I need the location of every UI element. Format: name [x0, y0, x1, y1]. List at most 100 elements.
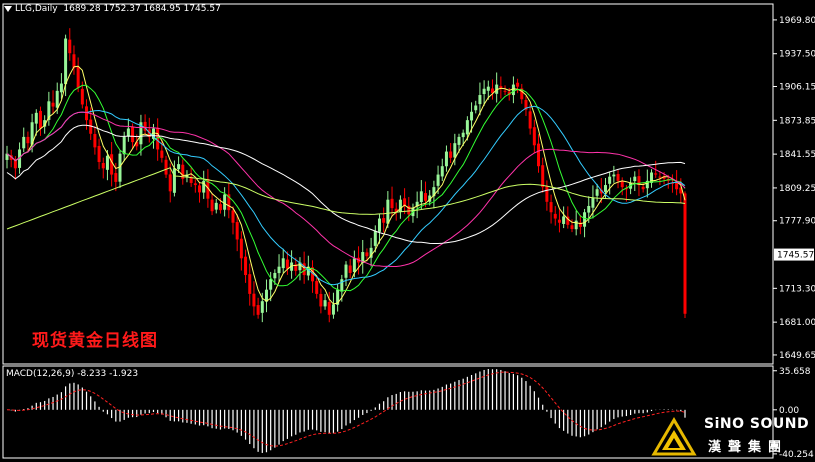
symbol-label: LLG,Daily [15, 4, 58, 14]
candle-bear [252, 293, 256, 307]
candle-bull [55, 90, 59, 108]
candle-bear [68, 39, 72, 54]
chart-header: LLG,Daily 1689.28 1752.37 1684.95 1745.5… [4, 4, 221, 14]
candle-bear [76, 66, 80, 88]
price-tick-label: 1841.55 [779, 150, 815, 160]
macd-signal-line [6, 371, 686, 447]
candle-bull [444, 151, 448, 167]
candle-bull [64, 38, 68, 85]
candle-bull [172, 168, 176, 193]
candle-bull [419, 191, 423, 203]
candle-bull [331, 304, 335, 315]
candle-bear [390, 198, 394, 209]
candle-bear [382, 218, 386, 223]
candle-bear [553, 213, 557, 219]
candle-bear [231, 210, 235, 223]
candle-bull [436, 174, 440, 186]
brand-emblem-icon [651, 417, 697, 456]
candle-bear [131, 126, 135, 143]
candle-bear [51, 102, 55, 107]
candle-bull [340, 279, 344, 292]
candle-bear [160, 150, 164, 158]
candle-bull [377, 218, 381, 232]
candle-bear [114, 173, 118, 182]
macd-tick-label: 35.658 [779, 367, 811, 377]
candle-bear [26, 136, 30, 144]
candle-bull [126, 128, 130, 137]
candle-bull [574, 220, 578, 230]
chart-svg: 1969.80 1937.50 1906.15 1873.85 1841.55 1809.… [2, 3, 815, 460]
candle-bull [223, 194, 227, 210]
candle-bear [365, 252, 369, 257]
candle-bull [373, 231, 377, 246]
candle-bear [557, 219, 561, 223]
brand-name-en: SiNO SOUND [704, 416, 810, 432]
candle-bear [319, 293, 323, 307]
candle-bear [239, 238, 243, 259]
candle-bear [168, 174, 172, 192]
candle-bull [591, 197, 595, 208]
candle-bear [327, 302, 331, 315]
candle-bear [93, 134, 97, 148]
candle-bear [541, 165, 545, 188]
price-tick-label: 1713.30 [779, 284, 815, 294]
candle-bull [105, 155, 109, 170]
candle-bull [352, 258, 356, 272]
candle-bull [465, 120, 469, 135]
candle-bull [583, 212, 587, 227]
candle-bull [281, 258, 285, 269]
candle-bear [72, 54, 76, 68]
candle-bull [511, 84, 515, 96]
candle-bear [424, 193, 428, 201]
candle-bear [97, 145, 101, 163]
candle-bull [22, 136, 26, 149]
candle-bull [461, 132, 465, 138]
candle-bear [620, 181, 624, 188]
price-tick-label: 1937.50 [779, 50, 815, 60]
candle-bull [608, 176, 612, 184]
candle-bull [457, 136, 461, 145]
candle-bear [683, 193, 687, 314]
candle-bear [218, 204, 222, 211]
candle-bull [587, 205, 591, 213]
candle-bull [269, 279, 273, 290]
candle-bear [164, 159, 168, 175]
brand-name-zh: 漢聲集團 [708, 440, 789, 455]
current-price-label: 1745.57 [777, 251, 814, 261]
candle-bull [273, 272, 277, 279]
candle-bear [549, 202, 553, 213]
macd-label: MACD(12,26,9) -8.233 -1.923 [6, 369, 139, 379]
candle-bull [177, 164, 181, 170]
price-tick-label: 1969.80 [779, 16, 815, 26]
moving-average-line [6, 105, 686, 286]
candle-bear [193, 183, 197, 186]
candle-bear [248, 274, 252, 294]
candle-bull [260, 301, 264, 313]
candle-bull [612, 174, 616, 177]
ohlc-readout: 1689.28 1752.37 1684.95 1745.57 [63, 4, 221, 14]
symbol-dropdown-icon[interactable] [4, 5, 12, 12]
candle-bull [478, 95, 482, 105]
price-tick-label: 1873.85 [779, 116, 815, 126]
candle-bear [235, 222, 239, 240]
candle-bear [675, 182, 679, 190]
candle-bear [503, 90, 507, 92]
candle-bull [595, 189, 599, 196]
moving-average-line [6, 111, 686, 267]
candle-bear [532, 127, 536, 146]
candle-bull [122, 136, 126, 155]
candle-bull [482, 88, 486, 94]
candle-bear [80, 88, 84, 105]
candle-bear [285, 259, 289, 269]
candle-bull [34, 112, 38, 124]
candle-bear [110, 154, 114, 175]
candle-bear [348, 265, 352, 273]
price-pane-frame [2, 3, 774, 365]
candle-bull [398, 199, 402, 212]
brand-logo: SiNO SOUND 漢聲集團 [650, 414, 812, 460]
price-tick-label: 1681.00 [779, 318, 815, 328]
candle-bull [470, 111, 474, 121]
candle-bear [256, 305, 260, 315]
chart-root: 1969.80 1937.50 1906.15 1873.85 1841.55 1809.… [0, 0, 815, 462]
candle-bull [486, 86, 490, 91]
